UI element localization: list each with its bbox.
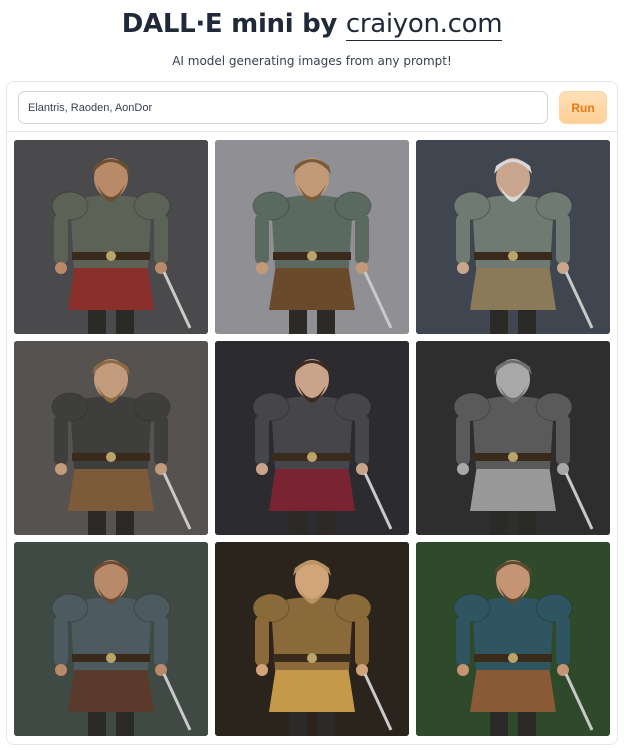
generated-image-2[interactable] (215, 140, 409, 334)
prompt-input[interactable] (18, 91, 548, 124)
generated-image-4[interactable] (14, 341, 208, 535)
generated-image-7[interactable] (14, 542, 208, 736)
generator-panel: Run (6, 81, 618, 745)
craiyon-link[interactable]: craiyon.com (345, 9, 503, 41)
generated-image-8[interactable] (215, 542, 409, 736)
generated-image-3[interactable] (416, 140, 610, 334)
app-subtitle: AI model generating images from any prom… (172, 54, 452, 68)
generated-image-6[interactable] (416, 341, 610, 535)
generated-image-1[interactable] (14, 140, 208, 334)
page-header: DALL·E mini by craiyon.com AI model gene… (0, 0, 624, 80)
prompt-bar: Run (7, 82, 617, 132)
generated-image-9[interactable] (416, 542, 610, 736)
run-button[interactable]: Run (559, 91, 607, 124)
title-text: DALL·E mini by (121, 9, 346, 39)
app-title: DALL·E mini by craiyon.com (0, 9, 624, 41)
generated-image-5[interactable] (215, 341, 409, 535)
